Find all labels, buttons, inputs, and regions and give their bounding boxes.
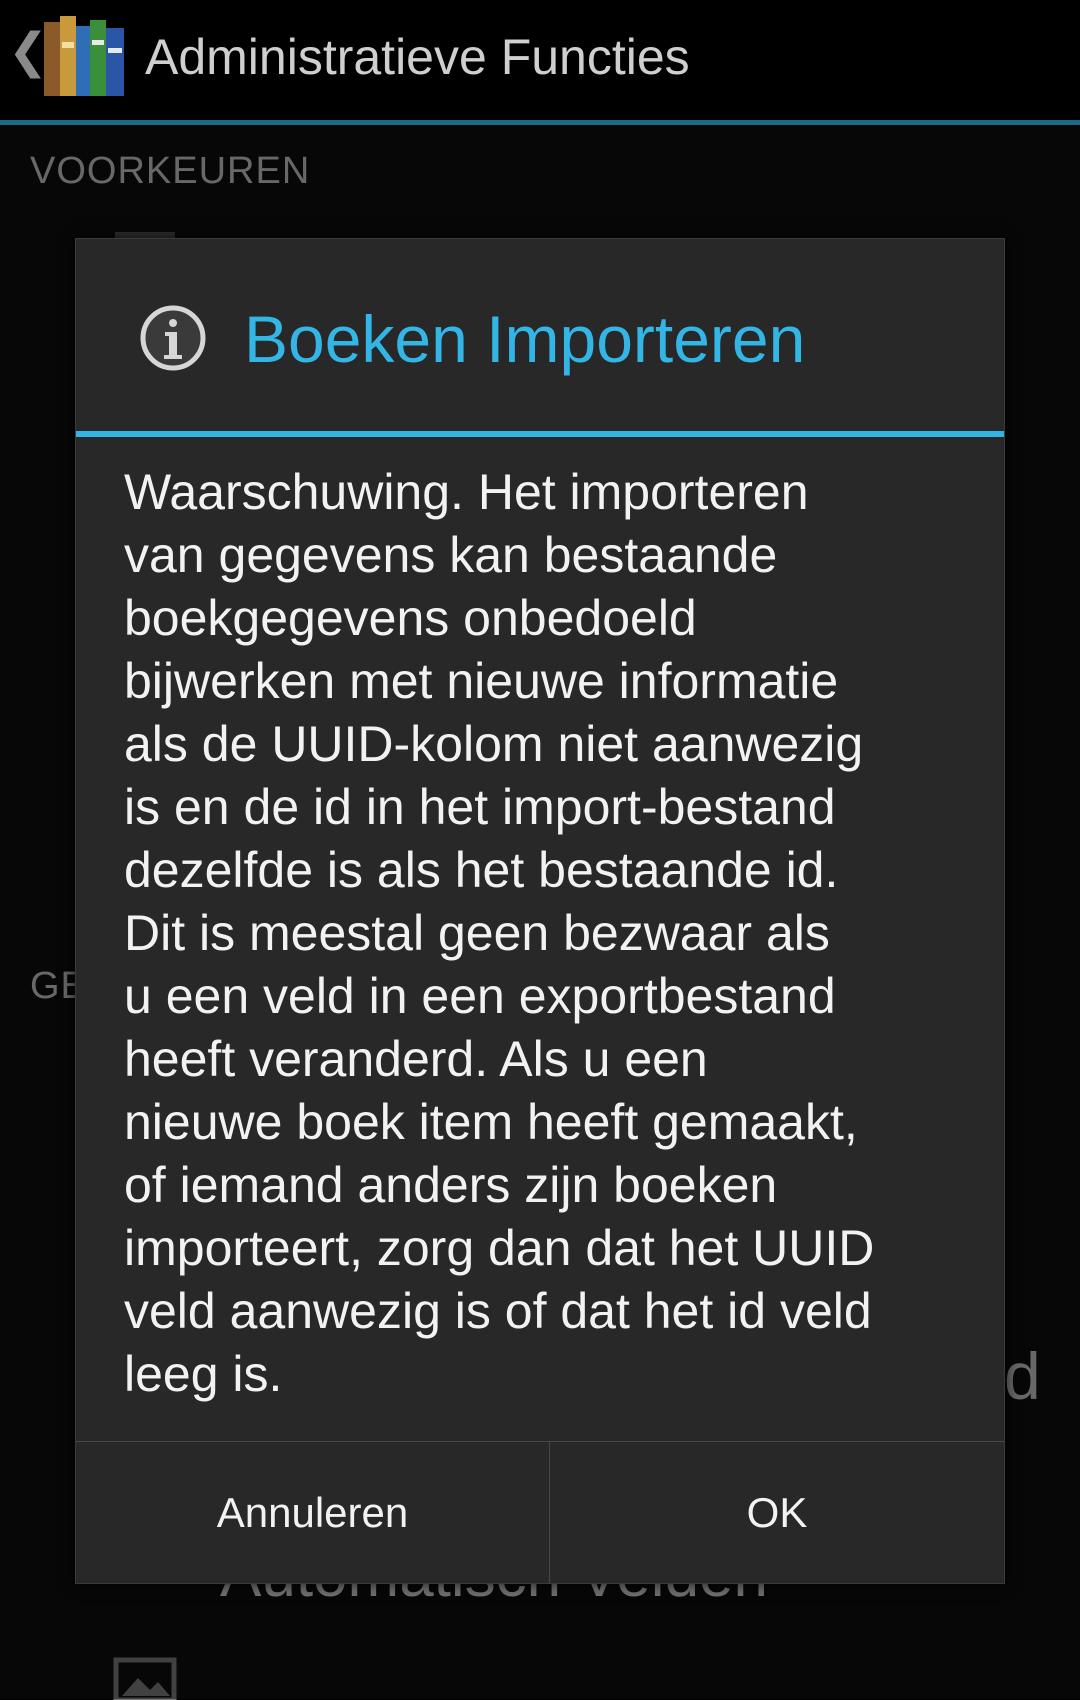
books-icon[interactable] [42, 12, 126, 100]
message-line: Dit is meestal geen bezwaar als [124, 905, 830, 961]
message-line: Waarschuwing. Het importeren [124, 464, 809, 520]
message-line: importeert, zorg dan dat het UUID [124, 1220, 875, 1276]
message-line: bijwerken met nieuwe informatie [124, 653, 839, 709]
dialog-title: Boeken Importeren [244, 302, 806, 376]
action-bar: ❮ Administratieve Functies [0, 0, 1080, 125]
message-line: dezelfde is als het bestaande id. [124, 842, 839, 898]
cancel-button[interactable]: Annuleren [76, 1442, 549, 1583]
message-line: nieuwe boek item heeft gemaakt, [124, 1094, 858, 1150]
message-line: u een veld in een exportbestand [124, 968, 836, 1024]
message-line: van gegevens kan bestaande [124, 527, 778, 583]
dialog-title-divider [76, 431, 1004, 437]
app-title: Administratieve Functies [145, 29, 690, 85]
message-line: heeft veranderd. Als u een [124, 1031, 708, 1087]
message-line: als de UUID-kolom niet aanwezig [124, 716, 864, 772]
message-line: leeg is. [124, 1346, 283, 1402]
message-line: of iemand anders zijn boeken [124, 1157, 778, 1213]
dialog-message: Waarschuwing. Het importeren van gegeven… [124, 461, 954, 1406]
message-line: is en de id in het import-bestand [124, 779, 836, 835]
info-icon [140, 305, 206, 371]
dialog-header: Boeken Importeren [76, 239, 1004, 431]
import-books-dialog: Boeken Importeren Waarschuwing. Het impo… [75, 238, 1005, 1584]
ok-button[interactable]: OK [550, 1442, 1004, 1583]
dialog-button-bar: Annuleren OK [76, 1441, 1004, 1583]
message-line: veld aanwezig is of dat het id veld [124, 1283, 872, 1339]
message-line: boekgegevens onbedoeld [124, 590, 697, 646]
